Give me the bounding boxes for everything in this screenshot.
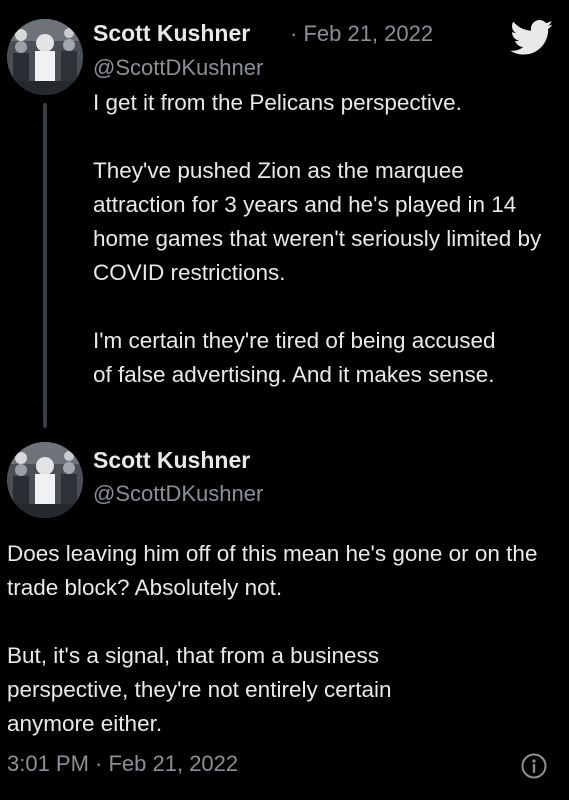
- tweet-body: I get it from the Pelicans perspective. …: [93, 86, 553, 392]
- avatar[interactable]: [7, 19, 83, 95]
- tweet-body: Does leaving him off of this mean he's g…: [7, 537, 547, 741]
- thread-connector-line: [43, 103, 47, 428]
- author-handle[interactable]: @ScottDKushner: [93, 55, 263, 81]
- tweet-paragraph: But, it's a signal, that from a business…: [7, 643, 392, 736]
- tweet-date[interactable]: · Feb 21, 2022: [290, 21, 433, 47]
- tweet-timestamp[interactable]: 3:01 PM · Feb 21, 2022: [7, 751, 238, 777]
- tweet-paragraph: I get it from the Pelicans perspective.: [93, 90, 462, 115]
- avatar[interactable]: [7, 442, 83, 518]
- author-name[interactable]: Scott Kushner: [93, 447, 250, 474]
- author-name[interactable]: Scott Kushner: [93, 20, 250, 47]
- tweet-paragraph: I'm certain they're tired of being accus…: [93, 328, 496, 387]
- author-handle[interactable]: @ScottDKushner: [93, 481, 263, 507]
- twitter-bird-icon: [510, 20, 553, 55]
- tweet-paragraph: They've pushed Zion as the marquee attra…: [93, 158, 542, 285]
- tweet-paragraph: Does leaving him off of this mean he's g…: [7, 541, 538, 600]
- info-icon[interactable]: [521, 753, 547, 779]
